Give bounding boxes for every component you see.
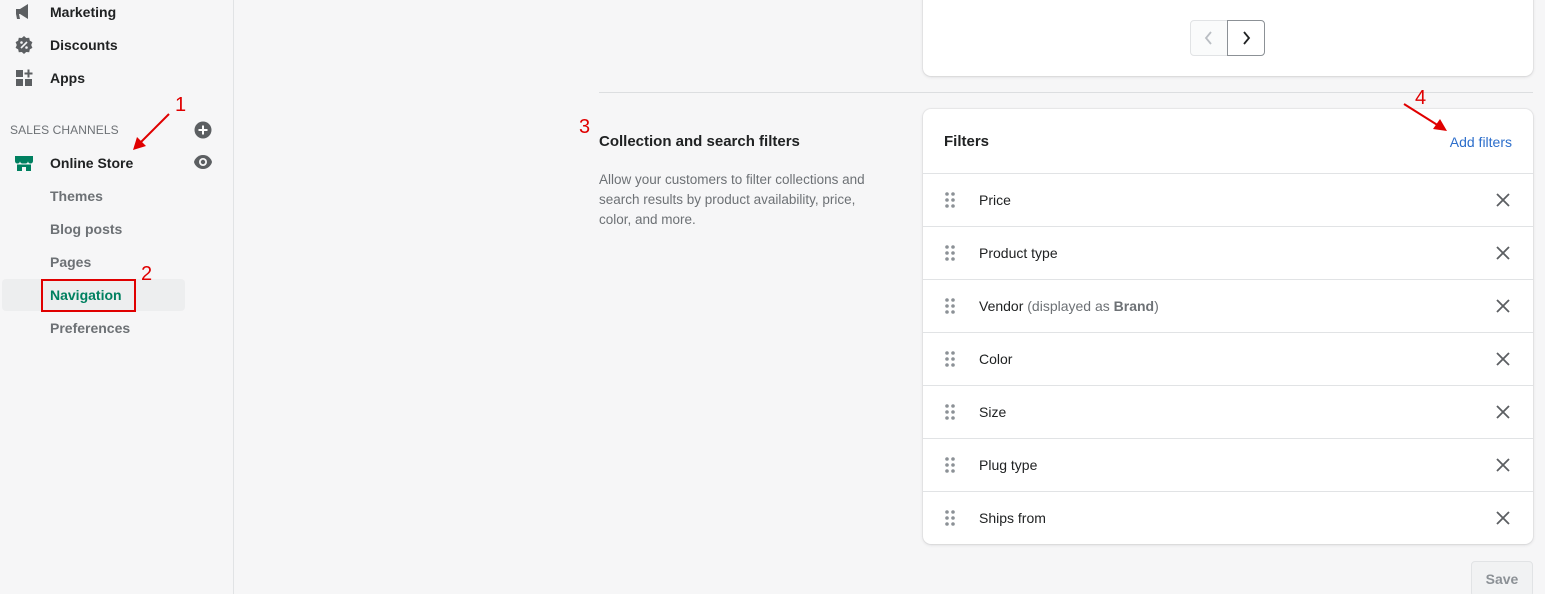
sidebar-item-label: Discounts <box>50 37 118 53</box>
previous-card <box>923 0 1533 76</box>
remove-filter-icon[interactable] <box>1495 298 1511 314</box>
drag-handle-icon[interactable] <box>944 509 956 527</box>
sidebar-subitem-pages[interactable]: Pages <box>50 254 91 270</box>
filter-label: Size <box>979 404 1007 420</box>
filter-row: Vendor (displayed as Brand) <box>923 279 1533 332</box>
remove-filter-icon[interactable] <box>1495 457 1511 473</box>
eye-icon[interactable] <box>193 153 213 171</box>
annotation-highlight-box <box>41 279 136 312</box>
annotation-number-3: 3 <box>579 116 591 138</box>
annotation-number-4: 4 <box>1415 87 1427 109</box>
filters-card: Filters Add filters Price Product type V… <box>923 109 1533 544</box>
remove-filter-icon[interactable] <box>1495 510 1511 526</box>
annotation-number-1: 1 <box>175 94 187 116</box>
remove-filter-icon[interactable] <box>1495 351 1511 367</box>
filter-row: Price <box>923 173 1533 226</box>
chevron-left-icon <box>1204 31 1212 45</box>
sidebar-item-label: Online Store <box>50 155 134 171</box>
discount-icon <box>13 34 35 56</box>
drag-handle-icon[interactable] <box>944 244 956 262</box>
drag-handle-icon[interactable] <box>944 297 956 315</box>
filter-label: Ships from <box>979 510 1046 526</box>
filter-label: Vendor (displayed as Brand) <box>979 298 1159 314</box>
annotation-number-2: 2 <box>141 263 153 285</box>
sales-channels-heading: SALES CHANNELS <box>10 123 119 137</box>
filter-label: Color <box>979 351 1013 367</box>
filter-row: Product type <box>923 226 1533 279</box>
save-button[interactable]: Save <box>1471 561 1533 594</box>
next-page-button[interactable] <box>1227 20 1265 56</box>
sidebar-item-label: Marketing <box>50 4 117 20</box>
drag-handle-icon[interactable] <box>944 456 956 474</box>
filter-row: Size <box>923 385 1533 438</box>
filter-row: Ships from <box>923 491 1533 544</box>
store-icon <box>13 152 35 174</box>
remove-filter-icon[interactable] <box>1495 404 1511 420</box>
chevron-right-icon <box>1243 31 1251 45</box>
section-divider <box>599 92 1533 93</box>
section-title: Collection and search filters <box>599 133 800 150</box>
filters-card-title: Filters <box>944 133 990 150</box>
filter-row: Plug type <box>923 438 1533 491</box>
filter-label: Plug type <box>979 457 1038 473</box>
sidebar-item-discounts[interactable]: Discounts <box>0 30 234 60</box>
pagination <box>1190 20 1265 56</box>
drag-handle-icon[interactable] <box>944 403 956 421</box>
sidebar-subitem-themes[interactable]: Themes <box>50 188 103 204</box>
add-filters-link[interactable]: Add filters <box>1450 134 1512 150</box>
megaphone-icon <box>13 1 35 23</box>
drag-handle-icon[interactable] <box>944 191 956 209</box>
remove-filter-icon[interactable] <box>1495 245 1511 261</box>
apps-icon <box>13 67 35 89</box>
drag-handle-icon[interactable] <box>944 350 956 368</box>
add-circle-icon[interactable] <box>194 121 212 139</box>
previous-page-button[interactable] <box>1190 20 1228 56</box>
filter-label: Price <box>979 192 1011 208</box>
section-description: Allow your customers to filter collectio… <box>599 172 865 227</box>
remove-filter-icon[interactable] <box>1495 192 1511 208</box>
sidebar-item-apps[interactable]: Apps <box>0 63 234 93</box>
sidebar-item-marketing[interactable]: Marketing <box>0 0 234 27</box>
sidebar-subitem-preferences[interactable]: Preferences <box>50 320 130 336</box>
sidebar-subitem-blog-posts[interactable]: Blog posts <box>50 221 122 237</box>
sidebar-item-label: Apps <box>50 70 85 86</box>
filter-label: Product type <box>979 245 1058 261</box>
filter-row: Color <box>923 332 1533 385</box>
